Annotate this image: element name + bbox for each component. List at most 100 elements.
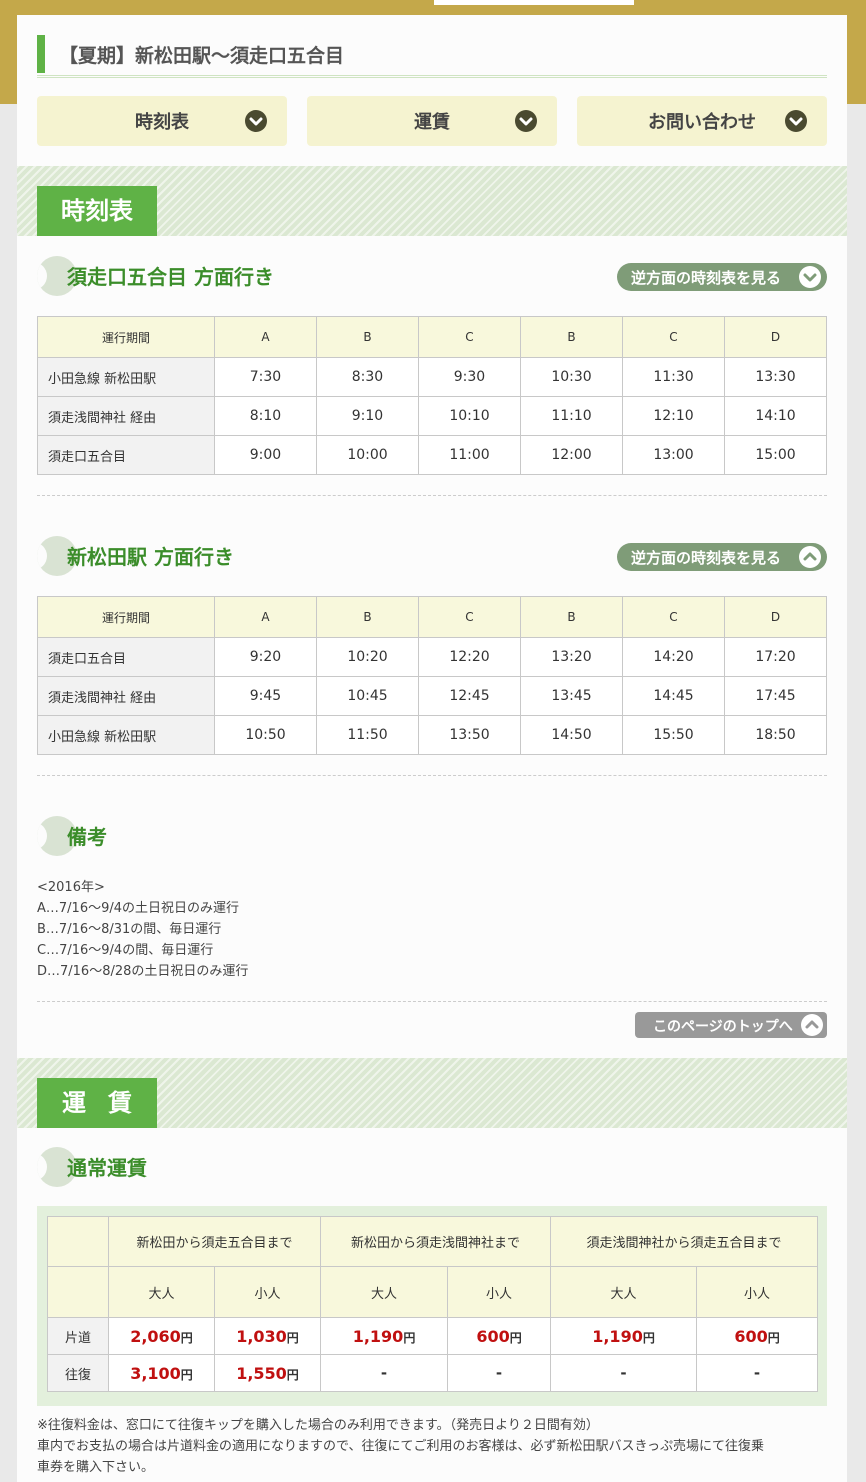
note-line: <2016年>	[37, 880, 105, 895]
fare-amount: 600	[734, 1326, 768, 1346]
table-row: 往復 3,100円 1,550円 - - - -	[47, 1354, 819, 1392]
table-header-cell: A	[214, 316, 317, 358]
table-row: 須走口五合目 9:00 10:00 11:00 12:00 13:00 15:0…	[37, 435, 827, 475]
table-header-row: 運行期間 A B C B C D	[37, 316, 827, 358]
table-header-cell: B	[316, 596, 419, 638]
fare-value-cell: 1,550円	[213, 1354, 322, 1392]
fare-value-cell: 600円	[447, 1317, 552, 1355]
fare-empty-cell: -	[320, 1354, 449, 1392]
page-top-button[interactable]: このページのトップへ	[635, 1012, 827, 1038]
stop-name-cell: 小田急線 新松田駅	[37, 715, 215, 755]
nav-button-contact[interactable]: お問い合わせ	[577, 96, 827, 146]
fare-route-row: 新松田から須走五合目まで 新松田から須走浅間神社まで 須走浅間神社から須走五合目…	[47, 1216, 819, 1267]
table-row: 須走浅間神社 経由 9:45 10:45 12:45 13:45 14:45 1…	[37, 676, 827, 716]
timetable-heading-return: 新松田駅 方面行き 逆方面の時刻表を見る	[37, 536, 827, 576]
time-cell: 18:50	[724, 715, 827, 755]
table-header-cell: D	[724, 316, 827, 358]
page-title: 【夏期】新松田駅～須走口五合目	[37, 35, 827, 78]
fare-value-cell: 3,100円	[108, 1354, 215, 1392]
fare-empty-cell: -	[550, 1354, 698, 1392]
fare-value-cell: 600円	[696, 1317, 819, 1355]
fare-section-title: 運賃	[37, 1078, 157, 1128]
reverse-timetable-button[interactable]: 逆方面の時刻表を見る	[617, 543, 827, 571]
time-cell: 15:50	[622, 715, 725, 755]
time-cell: 10:00	[316, 435, 419, 475]
yen-unit: 円	[509, 1330, 522, 1345]
time-cell: 17:45	[724, 676, 827, 716]
timetable-outbound-table: 運行期間 A B C B C D 小田急線 新松田駅 7:30 8:30 9:3…	[37, 316, 827, 475]
fare-heading: 通常運賃	[37, 1147, 827, 1187]
time-cell: 11:00	[418, 435, 521, 475]
fare-type-label: 往復	[47, 1354, 109, 1392]
chevron-up-icon	[801, 1014, 823, 1036]
fare-value-cell: 2,060円	[108, 1317, 215, 1355]
table-row: 須走口五合目 9:20 10:20 12:20 13:20 14:20 17:2…	[37, 637, 827, 677]
time-cell: 10:10	[418, 396, 521, 436]
chevron-down-icon	[515, 110, 537, 132]
time-cell: 9:45	[214, 676, 317, 716]
yen-unit: 円	[286, 1330, 299, 1345]
stop-name-cell: 小田急線 新松田駅	[37, 357, 215, 397]
reverse-timetable-label: 逆方面の時刻表を見る	[631, 269, 782, 287]
stop-name-cell: 須走口五合目	[37, 637, 215, 677]
fare-amount: 3,100	[130, 1363, 181, 1383]
fare-type-label: 片道	[47, 1317, 109, 1355]
table-header-cell	[47, 1216, 109, 1267]
route-header-cell: 新松田から須走五合目まで	[107, 1216, 322, 1267]
time-cell: 11:10	[520, 396, 623, 436]
time-cell: 14:50	[520, 715, 623, 755]
time-cell: 12:20	[418, 637, 521, 677]
time-cell: 10:30	[520, 357, 623, 397]
adult-header-cell: 大人	[320, 1266, 449, 1318]
time-cell: 12:00	[520, 435, 623, 475]
table-header-cell: C	[418, 596, 521, 638]
fare-section-band: 運賃	[17, 1058, 847, 1128]
chevron-down-icon	[245, 110, 267, 132]
page-container: 【夏期】新松田駅～須走口五合目 時刻表 運賃 お問い合わせ 時刻表 須走口五合目…	[17, 15, 847, 1482]
time-cell: 9:20	[214, 637, 317, 677]
time-cell: 13:50	[418, 715, 521, 755]
section-divider	[37, 775, 827, 776]
time-cell: 11:30	[622, 357, 725, 397]
timetable-return-table: 運行期間 A B C B C D 須走口五合目 9:20 10:20 12:20…	[37, 596, 827, 755]
reverse-timetable-label: 逆方面の時刻表を見る	[631, 549, 782, 567]
child-header-cell: 小人	[213, 1266, 322, 1318]
time-cell: 14:45	[622, 676, 725, 716]
time-cell: 8:30	[316, 357, 419, 397]
note-line: B…7/16～8/31の間、毎日運行	[37, 922, 222, 937]
heading-text: 須走口五合目 方面行き	[67, 265, 274, 289]
time-cell: 9:10	[316, 396, 419, 436]
header-tab-marker	[434, 0, 634, 5]
yen-unit: 円	[180, 1367, 193, 1382]
reverse-timetable-button[interactable]: 逆方面の時刻表を見る	[617, 263, 827, 291]
fare-amount: 1,550	[236, 1363, 287, 1383]
page-title-text: 【夏期】新松田駅～須走口五合目	[59, 45, 345, 67]
note-line: D…7/16～8/28の土日祝日のみ運行	[37, 964, 249, 979]
time-cell: 14:20	[622, 637, 725, 677]
time-cell: 13:00	[622, 435, 725, 475]
route-header-cell: 新松田から須走浅間神社まで	[320, 1216, 552, 1267]
note-line: C…7/16～9/4の間、毎日運行	[37, 943, 214, 958]
stop-name-cell: 須走浅間神社 経由	[37, 676, 215, 716]
table-header-cell: B	[520, 316, 623, 358]
fare-amount: 2,060	[130, 1326, 181, 1346]
timetable-section-band: 時刻表	[17, 166, 847, 236]
table-header-cell	[47, 1266, 109, 1318]
nav-button-timetable[interactable]: 時刻表	[37, 96, 287, 146]
time-cell: 9:30	[418, 357, 521, 397]
table-header-cell: D	[724, 596, 827, 638]
fare-notes: ※往復料金は、窓口にて往復キップを購入した場合のみ利用できます。（発売日より２日…	[37, 1415, 827, 1478]
time-cell: 12:10	[622, 396, 725, 436]
adult-header-cell: 大人	[108, 1266, 215, 1318]
fare-amount: 1,190	[352, 1326, 404, 1346]
fare-empty-cell: -	[447, 1354, 552, 1392]
table-row: 須走浅間神社 経由 8:10 9:10 10:10 11:10 12:10 14…	[37, 396, 827, 436]
table-row: 片道 2,060円 1,030円 1,190円 600円 1,190円 600円	[47, 1317, 819, 1355]
table-row: 小田急線 新松田駅 7:30 8:30 9:30 10:30 11:30 13:…	[37, 357, 827, 397]
table-header-row: 運行期間 A B C B C D	[37, 596, 827, 638]
fare-amount: 1,030	[236, 1326, 287, 1346]
time-cell: 9:00	[214, 435, 317, 475]
yen-unit: 円	[403, 1330, 416, 1345]
time-cell: 13:20	[520, 637, 623, 677]
nav-button-fare[interactable]: 運賃	[307, 96, 557, 146]
